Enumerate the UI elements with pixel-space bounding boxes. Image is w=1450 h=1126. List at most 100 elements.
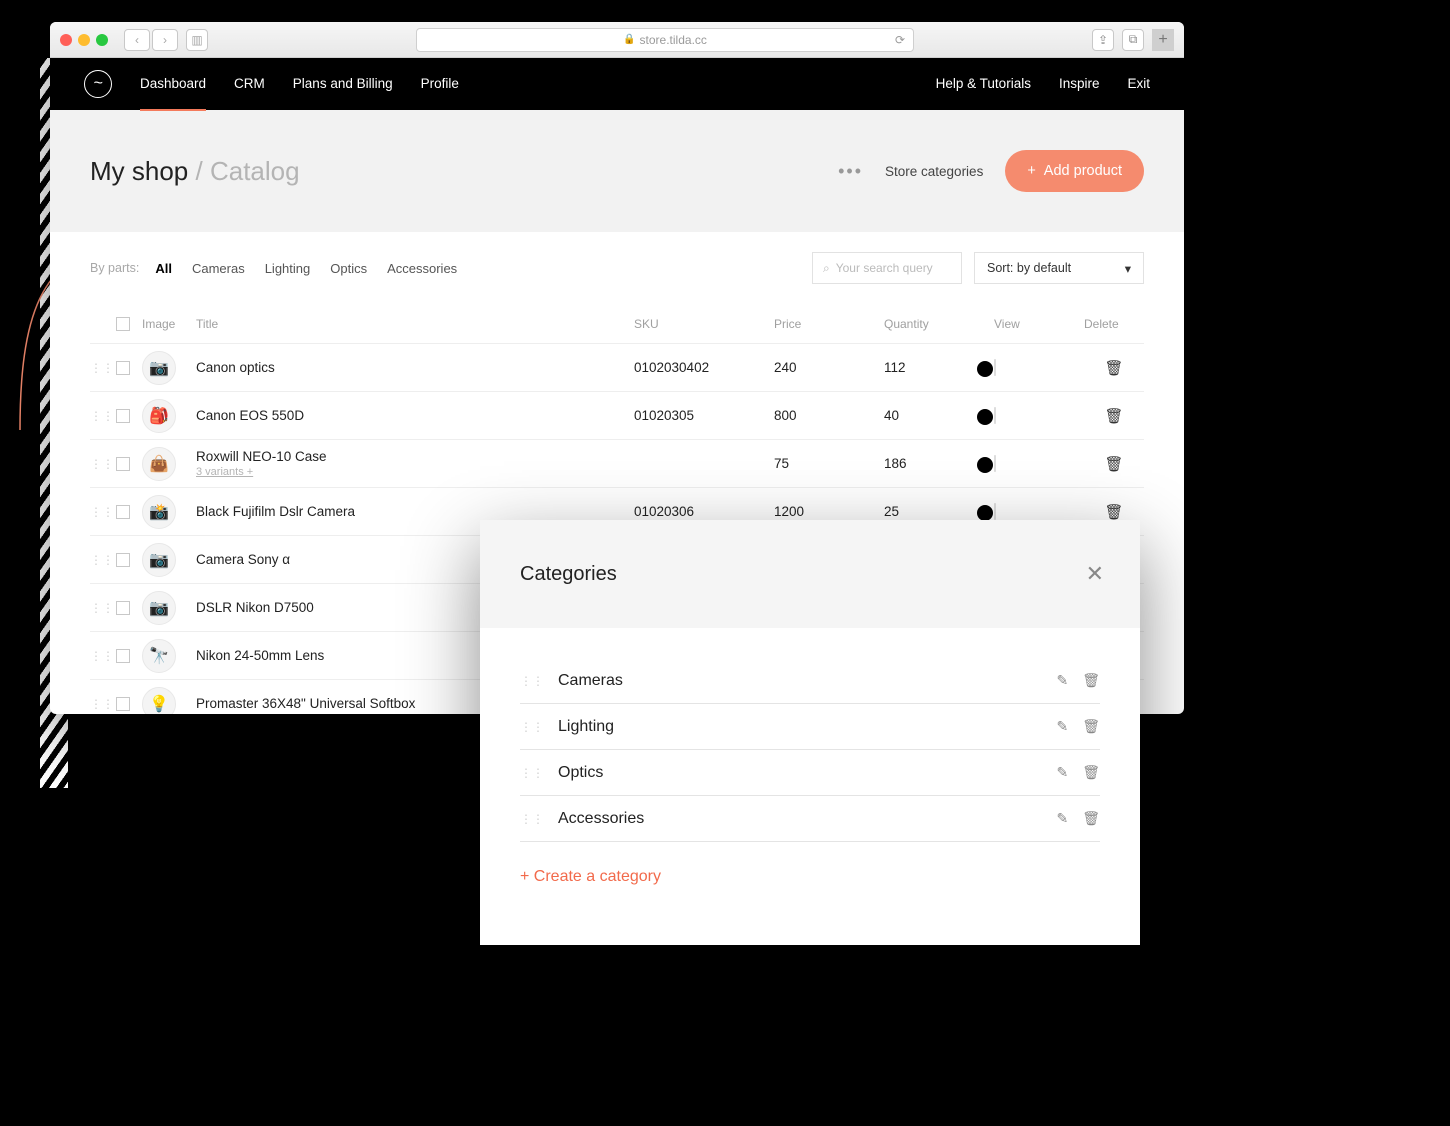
product-price: 800: [774, 408, 884, 423]
drag-handle-icon[interactable]: ⋮⋮: [90, 457, 116, 471]
nav-link-crm[interactable]: CRM: [234, 76, 265, 93]
category-row: ⋮⋮ Accessories✎ 🗑: [520, 796, 1100, 842]
add-product-button[interactable]: + Add product: [1005, 150, 1144, 192]
search-input[interactable]: ⌕ Your search query: [812, 252, 962, 284]
edit-icon[interactable]: ✎: [1056, 810, 1068, 827]
drag-handle-icon[interactable]: ⋮⋮: [90, 601, 116, 615]
row-checkbox[interactable]: [116, 649, 130, 663]
sort-dropdown[interactable]: Sort: by default ▾: [974, 252, 1144, 284]
product-title-cell[interactable]: Black Fujifilm Dslr Camera: [196, 504, 634, 519]
popover-header: Categories ✕: [480, 520, 1140, 628]
edit-icon[interactable]: ✎: [1056, 764, 1068, 781]
tilda-logo[interactable]: ~: [84, 70, 112, 98]
delete-icon[interactable]: 🗑: [1084, 503, 1144, 521]
delete-icon[interactable]: 🗑: [1082, 810, 1100, 827]
drag-handle-icon[interactable]: ⋮⋮: [90, 649, 116, 663]
maximize-window-icon[interactable]: [96, 34, 108, 46]
back-button[interactable]: ‹: [124, 29, 150, 51]
col-title: Title: [196, 317, 634, 331]
delete-icon[interactable]: 🗑: [1082, 718, 1100, 735]
filter-chip-all[interactable]: All: [155, 261, 172, 276]
drag-handle-icon[interactable]: ⋮⋮: [520, 766, 544, 780]
delete-icon[interactable]: 🗑: [1084, 359, 1144, 377]
more-menu-icon[interactable]: •••: [838, 161, 863, 182]
store-categories-link[interactable]: Store categories: [885, 164, 983, 179]
nav-link-plans-and-billing[interactable]: Plans and Billing: [293, 76, 393, 93]
edit-icon[interactable]: ✎: [1056, 672, 1068, 689]
category-row: ⋮⋮Lighting✎🗑: [520, 704, 1100, 750]
product-thumb: 📷: [142, 351, 176, 385]
table-row: ⋮⋮🎒Canon EOS 550D0102030580040🗑: [90, 392, 1144, 440]
close-icon[interactable]: ✕: [1086, 561, 1104, 587]
chevron-down-icon: ▾: [1125, 261, 1131, 276]
plus-icon: +: [1027, 163, 1035, 179]
nav-link-profile[interactable]: Profile: [421, 76, 459, 93]
delete-icon[interactable]: 🗑: [1084, 407, 1144, 425]
drag-handle-icon[interactable]: ⋮⋮: [90, 409, 116, 423]
edit-icon[interactable]: ✎: [1056, 718, 1068, 735]
drag-handle-icon[interactable]: ⋮⋮: [90, 553, 116, 567]
filter-chip-optics[interactable]: Optics: [330, 261, 367, 276]
col-view: View: [994, 317, 1084, 331]
category-name: Accessories: [558, 810, 1056, 828]
drag-handle-icon[interactable]: ⋮⋮: [520, 720, 544, 734]
nav-link-help-tutorials[interactable]: Help & Tutorials: [936, 76, 1031, 93]
share-button[interactable]: ⇪: [1092, 29, 1114, 51]
filter-chip-accessories[interactable]: Accessories: [387, 261, 457, 276]
variants-link[interactable]: 3 variants +: [196, 466, 634, 478]
page-title: My shop / Catalog: [90, 156, 300, 187]
drag-handle-icon[interactable]: ⋮⋮: [90, 361, 116, 375]
nav-link-exit[interactable]: Exit: [1127, 76, 1150, 93]
row-checkbox[interactable]: [116, 457, 130, 471]
delete-icon[interactable]: 🗑: [1082, 672, 1100, 689]
traffic-lights: [60, 34, 108, 46]
nav-link-inspire[interactable]: Inspire: [1059, 76, 1100, 93]
product-sku: 0102030402: [634, 360, 774, 375]
row-checkbox[interactable]: [116, 697, 130, 711]
close-window-icon[interactable]: [60, 34, 72, 46]
forward-button[interactable]: ›: [152, 29, 178, 51]
row-checkbox[interactable]: [116, 601, 130, 615]
row-checkbox[interactable]: [116, 505, 130, 519]
create-category-link[interactable]: + Create a category: [520, 868, 1100, 886]
page-header: My shop / Catalog ••• Store categories +…: [50, 110, 1184, 232]
filter-chip-lighting[interactable]: Lighting: [265, 261, 311, 276]
row-checkbox[interactable]: [116, 553, 130, 567]
delete-icon[interactable]: 🗑: [1082, 764, 1100, 781]
visibility-toggle[interactable]: [994, 359, 996, 376]
product-title-cell[interactable]: Canon EOS 550D: [196, 408, 634, 423]
sort-label: Sort: by default: [987, 261, 1071, 275]
product-title-cell[interactable]: Roxwill NEO-10 Case3 variants +: [196, 449, 634, 478]
drag-handle-icon[interactable]: ⋮⋮: [90, 505, 116, 519]
visibility-toggle[interactable]: [994, 503, 996, 520]
drag-handle-icon[interactable]: ⋮⋮: [520, 674, 544, 688]
delete-icon[interactable]: 🗑: [1084, 455, 1144, 473]
reload-icon[interactable]: ⟳: [895, 33, 905, 47]
visibility-toggle[interactable]: [994, 455, 996, 472]
row-checkbox[interactable]: [116, 361, 130, 375]
tabs-button[interactable]: ⧉: [1122, 29, 1144, 51]
col-qty: Quantity: [884, 317, 994, 331]
row-checkbox[interactable]: [116, 409, 130, 423]
product-sku: 01020305: [634, 408, 774, 423]
drag-handle-icon[interactable]: ⋮⋮: [90, 697, 116, 711]
section-name: Catalog: [210, 156, 300, 186]
visibility-toggle[interactable]: [994, 407, 996, 424]
minimize-window-icon[interactable]: [78, 34, 90, 46]
filter-chip-cameras[interactable]: Cameras: [192, 261, 245, 276]
product-thumb: 💡: [142, 687, 176, 715]
search-icon: ⌕: [823, 261, 830, 276]
add-product-label: Add product: [1044, 163, 1122, 179]
drag-handle-icon[interactable]: ⋮⋮: [520, 812, 544, 826]
product-thumb: 🎒: [142, 399, 176, 433]
category-name: Optics: [558, 764, 1056, 782]
product-price: 75: [774, 456, 884, 471]
nav-link-dashboard[interactable]: Dashboard: [140, 76, 206, 93]
product-title-cell[interactable]: Canon optics: [196, 360, 634, 375]
address-bar[interactable]: 🔒 store.tilda.cc ⟳: [416, 28, 914, 52]
filters-bar: By parts: AllCamerasLightingOpticsAccess…: [50, 232, 1184, 304]
sidebar-toggle-button[interactable]: ▥: [186, 29, 208, 51]
table-header-row: Image Title SKU Price Quantity View Dele…: [90, 304, 1144, 344]
new-tab-button[interactable]: +: [1152, 29, 1174, 51]
select-all-checkbox[interactable]: [116, 317, 130, 331]
